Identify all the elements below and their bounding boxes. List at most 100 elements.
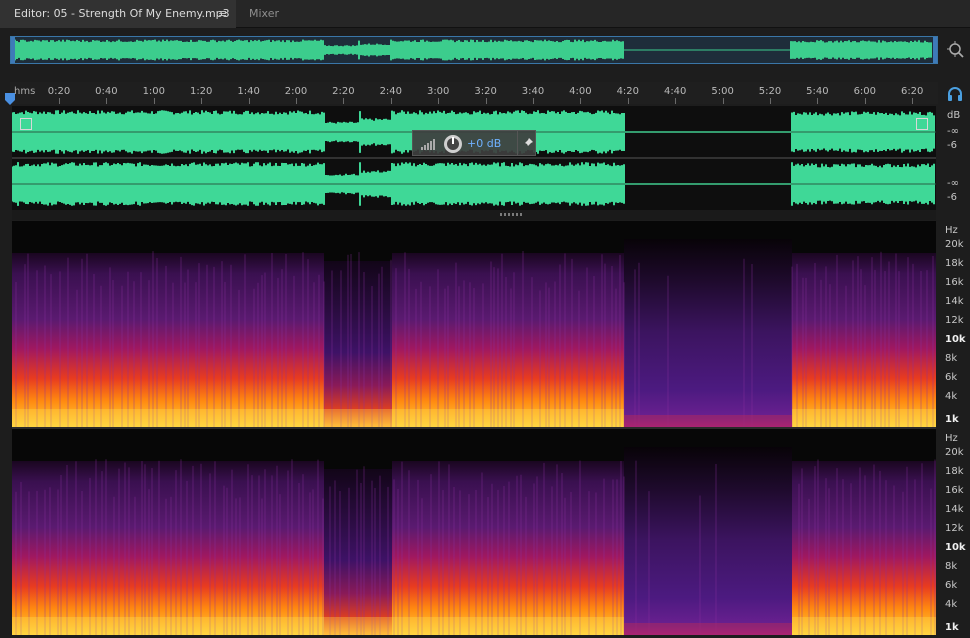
- ruler-tick-mark: [627, 98, 629, 104]
- hz-label: 4k: [945, 391, 958, 402]
- overview-waveform-path: [14, 39, 932, 61]
- hz-label: 16k: [945, 485, 964, 496]
- ruler-tick-label: 4:00: [569, 86, 592, 97]
- spectrum-low-band: [792, 617, 936, 635]
- ruler-tick-label: 3:00: [426, 86, 450, 97]
- hz-label: 20k: [945, 447, 964, 458]
- spectrum-low-band-quiet: [624, 623, 792, 635]
- overview-left-handle[interactable]: [11, 37, 15, 63]
- pin-button[interactable]: [517, 131, 537, 155]
- ruler-tick-label: 2:20: [332, 86, 355, 97]
- hz-label: 14k: [945, 296, 964, 307]
- ruler-tick-mark: [343, 98, 345, 104]
- tab-editor[interactable]: Editor: 05 - Strength Of My Enemy.mp3 ≡: [0, 0, 236, 28]
- ruler-tick-label: 4:40: [663, 86, 687, 97]
- db-minus-inf-top: -∞: [947, 126, 959, 137]
- spectrum-low-band: [792, 409, 936, 427]
- hz-label: 8k: [945, 353, 958, 364]
- spectrum-break-region: [324, 469, 392, 635]
- hz-label: 4k: [945, 599, 958, 610]
- ruler-tick-label: 3:40: [521, 86, 545, 97]
- tab-mixer-label: Mixer: [249, 7, 280, 20]
- ruler-tick-mark: [390, 98, 392, 104]
- ruler-tick-mark: [248, 98, 250, 104]
- hz-scale-top: Hz 20k 18k 16k 14k 12k 10k 8k 6k 4k 1k: [938, 221, 970, 427]
- db-minus6-top: -6: [947, 140, 957, 151]
- hz-label: 10k: [945, 334, 966, 345]
- overview-navigator[interactable]: [10, 36, 938, 64]
- hz-label: 6k: [945, 372, 958, 383]
- splitter-grip[interactable]: [500, 213, 524, 216]
- ruler-unit-label: hms: [14, 86, 36, 97]
- spectrum-low-band: [12, 409, 624, 427]
- fade-in-handle[interactable]: [20, 118, 32, 130]
- volume-hud[interactable]: +0 dB: [412, 130, 536, 156]
- audition-editor: Editor: 05 - Strength Of My Enemy.mp3 ≡ …: [0, 0, 970, 638]
- ruler-tick-mark: [201, 98, 203, 104]
- hz-label: 6k: [945, 580, 958, 591]
- ruler-tick-mark: [580, 98, 582, 104]
- hz-label: Hz: [945, 225, 958, 236]
- hz-label: 18k: [945, 466, 964, 477]
- ruler-tick-label: 1:20: [189, 86, 213, 97]
- spectrum-loud-region: [12, 253, 324, 427]
- spectrum-quiet-region: [624, 239, 792, 427]
- level-bars-icon: [421, 139, 435, 150]
- ruler-tick-mark: [722, 98, 724, 104]
- ruler-tick-mark: [106, 98, 108, 104]
- ruler-tick-mark: [770, 98, 771, 104]
- ruler-tick-label: 2:40: [379, 86, 403, 97]
- spectrum-low-band: [12, 617, 624, 635]
- ruler-tick-mark: [296, 98, 297, 104]
- hz-label: Hz: [945, 433, 958, 444]
- hz-label: 12k: [945, 315, 964, 326]
- ruler-tick-label: 3:20: [474, 86, 497, 97]
- ruler-tick-label: 0:20: [47, 86, 71, 97]
- volume-value[interactable]: +0 dB: [467, 137, 501, 150]
- hz-label: 12k: [945, 523, 964, 534]
- panel-menu-icon[interactable]: ≡: [218, 0, 227, 28]
- hz-scale-bottom: Hz 20k 18k 16k 14k 12k 10k 8k 6k 4k 1k: [938, 429, 970, 635]
- waveform-display[interactable]: [12, 106, 936, 210]
- pin-icon: [523, 138, 533, 148]
- volume-knob-icon[interactable]: [443, 134, 463, 154]
- db-unit-label: dB: [947, 110, 961, 121]
- panel-tab-bar: Editor: 05 - Strength Of My Enemy.mp3 ≡ …: [0, 0, 970, 28]
- ruler-tick-mark: [864, 98, 866, 104]
- playhead-marker[interactable]: [4, 92, 16, 106]
- spectrum-loud-region: [792, 253, 936, 427]
- db-minus-inf-bottom: -∞: [947, 178, 959, 189]
- hz-label: 10k: [945, 542, 966, 553]
- ruler-tick-label: 5:00: [711, 86, 734, 97]
- fade-out-handle[interactable]: [916, 118, 928, 130]
- ruler-tick-label: 5:20: [758, 86, 782, 97]
- ruler-tick-label: 1:40: [237, 86, 260, 97]
- ruler-tick-label: 4:20: [616, 86, 640, 97]
- zoom-icon[interactable]: [946, 40, 966, 60]
- ruler-tick-mark: [675, 98, 677, 104]
- hz-label: 8k: [945, 561, 958, 572]
- overview-waveform: [14, 39, 932, 61]
- time-ruler[interactable]: hms 0:20 0:40 1:00 1:20 1:40 2:00 2:20 2:40 3:00…: [10, 82, 938, 104]
- ruler-tick-mark: [59, 98, 60, 104]
- hz-label: 16k: [945, 277, 964, 288]
- spectral-display-right[interactable]: [12, 429, 936, 635]
- ruler-tick-mark: [912, 98, 914, 104]
- hz-label: 14k: [945, 504, 964, 515]
- ruler-tick-mark: [533, 98, 534, 104]
- spectrogram-left: [12, 239, 936, 427]
- ruler-tick-label: 2:00: [284, 86, 308, 97]
- headphones-icon[interactable]: [946, 86, 964, 102]
- view-splitter[interactable]: [12, 210, 936, 220]
- hz-label: 18k: [945, 258, 964, 269]
- ruler-tick-mark: [817, 98, 819, 104]
- ruler-tick-label: 6:20: [900, 86, 924, 97]
- overview-right-handle[interactable]: [933, 37, 937, 63]
- hz-label: 20k: [945, 239, 964, 250]
- spectral-display-left[interactable]: [12, 221, 936, 427]
- ruler-tick-mark: [153, 98, 155, 104]
- ruler-tick-label: 6:00: [853, 86, 877, 97]
- ruler-tick-label: 1:00: [142, 86, 166, 97]
- spectrum-loud-region: [392, 253, 624, 427]
- tab-mixer[interactable]: Mixer: [240, 0, 310, 28]
